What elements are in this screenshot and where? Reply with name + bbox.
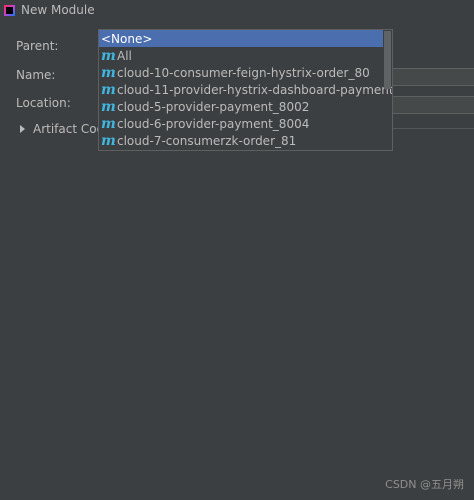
dropdown-item[interactable]: m cloud-5-provider-payment_8002 bbox=[99, 98, 383, 115]
dropdown-item-label: All bbox=[117, 48, 132, 63]
new-module-dialog: New Module Parent: Name: Location: Artif… bbox=[0, 0, 474, 500]
dropdown-item-label: cloud-7-consumerzk-order_81 bbox=[117, 133, 297, 148]
dropdown-item[interactable]: m All bbox=[99, 47, 383, 64]
scrollbar-thumb[interactable] bbox=[384, 31, 391, 89]
parent-label: Parent: bbox=[16, 39, 59, 53]
dropdown-scrollbar[interactable] bbox=[384, 31, 391, 149]
dropdown-item-label: cloud-11-provider-hystrix-dashboard-paym… bbox=[117, 82, 392, 97]
watermark: CSDN @五月朔 bbox=[385, 478, 464, 491]
dropdown-item-label: cloud-6-provider-payment_8004 bbox=[117, 116, 310, 131]
dropdown-item[interactable]: m cloud-10-consumer-feign-hystrix-order_8… bbox=[99, 64, 383, 81]
maven-module-icon: m bbox=[101, 81, 116, 98]
maven-module-icon: m bbox=[101, 132, 116, 149]
dropdown-item[interactable]: m cloud-6-provider-payment_8004 bbox=[99, 115, 383, 132]
location-field[interactable] bbox=[390, 96, 474, 114]
expand-triangle-icon bbox=[20, 125, 25, 133]
name-field[interactable] bbox=[390, 68, 474, 86]
dropdown-item[interactable]: <None> bbox=[99, 30, 383, 47]
dropdown-item-label: <None> bbox=[101, 31, 153, 46]
dropdown-item-label: cloud-5-provider-payment_8002 bbox=[117, 99, 310, 114]
maven-module-icon: m bbox=[101, 115, 116, 132]
location-label: Location: bbox=[16, 96, 71, 110]
intellij-idea-icon bbox=[4, 4, 15, 16]
name-label: Name: bbox=[16, 68, 56, 82]
maven-module-icon: m bbox=[101, 98, 116, 115]
title-bar: New Module bbox=[0, 0, 474, 20]
window-title: New Module bbox=[21, 3, 95, 17]
section-separator bbox=[390, 128, 474, 129]
dropdown-item[interactable]: m cloud-11-provider-hystrix-dashboard-pay… bbox=[99, 81, 392, 98]
maven-module-icon: m bbox=[101, 47, 116, 64]
maven-module-icon: m bbox=[101, 64, 116, 81]
parent-dropdown-list[interactable]: <None> m All m cloud-10-consumer-feign-hystr… bbox=[98, 29, 393, 151]
dropdown-item[interactable]: m cloud-7-consumerzk-order_81 bbox=[99, 132, 383, 149]
dropdown-item-label: cloud-10-consumer-feign-hystrix-order_80 bbox=[117, 65, 370, 80]
